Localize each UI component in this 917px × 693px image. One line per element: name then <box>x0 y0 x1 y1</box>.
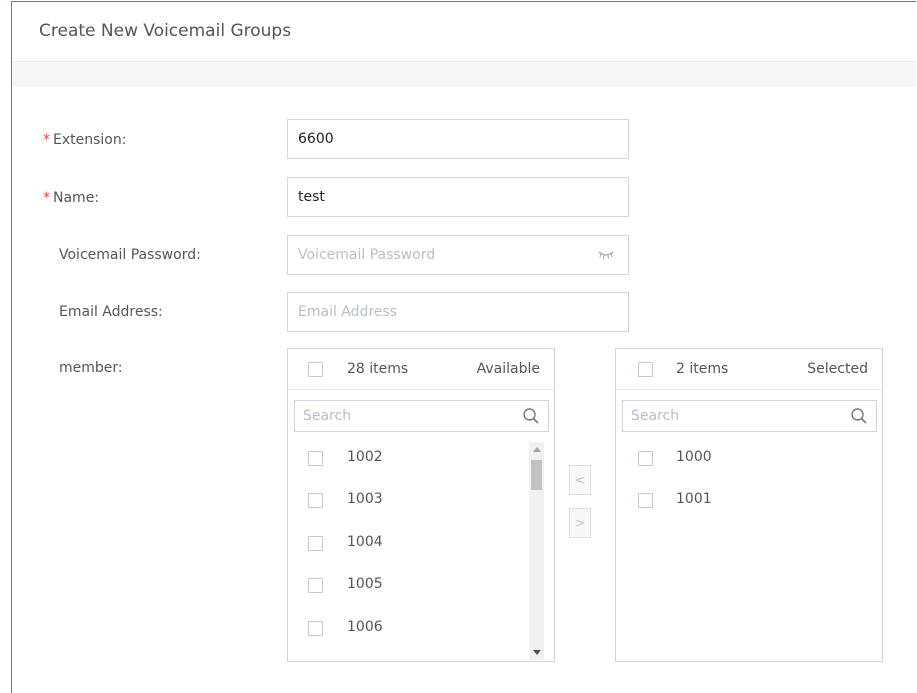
list-item[interactable]: 1001 <box>616 481 882 523</box>
item-checkbox[interactable] <box>308 451 323 466</box>
voicemail-password-input[interactable]: Voicemail Password <box>287 235 629 275</box>
list-item[interactable]: 1002 <box>288 439 554 481</box>
page-title: Create New Voicemail Groups <box>39 21 292 41</box>
item-label: 1005 <box>347 576 383 592</box>
item-label: 1000 <box>676 449 712 465</box>
email-address-label: Email Address: <box>59 304 163 320</box>
extension-label: * Extension: <box>43 132 126 148</box>
chevron-right-icon: > <box>574 516 586 530</box>
create-voicemail-group-dialog: Create New Voicemail Groups * Extension: … <box>11 1 916 693</box>
item-checkbox[interactable] <box>638 493 653 508</box>
voicemail-password-label: Voicemail Password: <box>59 247 201 263</box>
item-checkbox[interactable] <box>308 536 323 551</box>
list-item[interactable]: 1006 <box>288 609 554 651</box>
dialog-header: Create New Voicemail Groups <box>12 2 916 62</box>
voicemail-password-placeholder: Voicemail Password <box>298 247 436 263</box>
available-members-panel: 28 items Available Search 1002 1003 1004… <box>287 348 555 662</box>
item-label: 1003 <box>347 491 383 507</box>
available-search-placeholder: Search <box>303 408 352 424</box>
name-value: test <box>298 189 325 205</box>
selected-search-input[interactable]: Search <box>622 400 877 432</box>
member-label: member: <box>59 360 123 376</box>
selected-title: Selected <box>807 361 868 377</box>
item-label: 1006 <box>347 619 383 635</box>
extension-input[interactable]: 6600 <box>287 119 629 159</box>
move-right-button[interactable]: > <box>569 508 591 538</box>
eye-closed-icon[interactable] <box>598 248 614 260</box>
selected-search-placeholder: Search <box>631 408 680 424</box>
name-input[interactable]: test <box>287 177 629 217</box>
available-panel-header: 28 items Available <box>288 349 554 390</box>
search-icon <box>523 408 539 424</box>
item-label: 1004 <box>347 534 383 550</box>
selected-count: 2 items <box>676 361 729 377</box>
scroll-down-arrow-icon[interactable] <box>529 645 544 660</box>
required-mark: * <box>43 132 50 148</box>
available-title: Available <box>476 361 540 377</box>
item-checkbox[interactable] <box>308 621 323 636</box>
scrollbar-thumb[interactable] <box>531 460 542 490</box>
available-list-scrollbar[interactable] <box>529 442 544 660</box>
selected-select-all-checkbox[interactable] <box>638 362 653 377</box>
selected-panel-header: 2 items Selected <box>616 349 882 390</box>
email-address-input[interactable]: Email Address <box>287 292 629 332</box>
selected-members-panel: 2 items Selected Search 1000 1001 <box>615 348 883 662</box>
available-count: 28 items <box>347 361 409 377</box>
chevron-left-icon: < <box>574 473 586 487</box>
list-item[interactable]: 1000 <box>616 439 882 481</box>
item-label: 1002 <box>347 449 383 465</box>
available-select-all-checkbox[interactable] <box>308 362 323 377</box>
scroll-up-arrow-icon[interactable] <box>529 442 544 457</box>
list-item[interactable]: 1004 <box>288 524 554 566</box>
item-checkbox[interactable] <box>308 493 323 508</box>
item-label: 1001 <box>676 491 712 507</box>
extension-value: 6600 <box>298 131 334 147</box>
search-icon <box>851 408 867 424</box>
name-label-text: Name: <box>53 190 100 206</box>
available-search-input[interactable]: Search <box>294 400 549 432</box>
required-mark: * <box>43 190 50 206</box>
header-band <box>12 63 916 87</box>
name-label: * Name: <box>43 190 99 206</box>
extension-label-text: Extension: <box>53 132 127 148</box>
list-item[interactable]: 1005 <box>288 566 554 608</box>
move-left-button[interactable]: < <box>569 465 591 495</box>
item-checkbox[interactable] <box>308 578 323 593</box>
list-item[interactable]: 1003 <box>288 481 554 523</box>
email-address-placeholder: Email Address <box>298 304 398 320</box>
item-checkbox[interactable] <box>638 451 653 466</box>
